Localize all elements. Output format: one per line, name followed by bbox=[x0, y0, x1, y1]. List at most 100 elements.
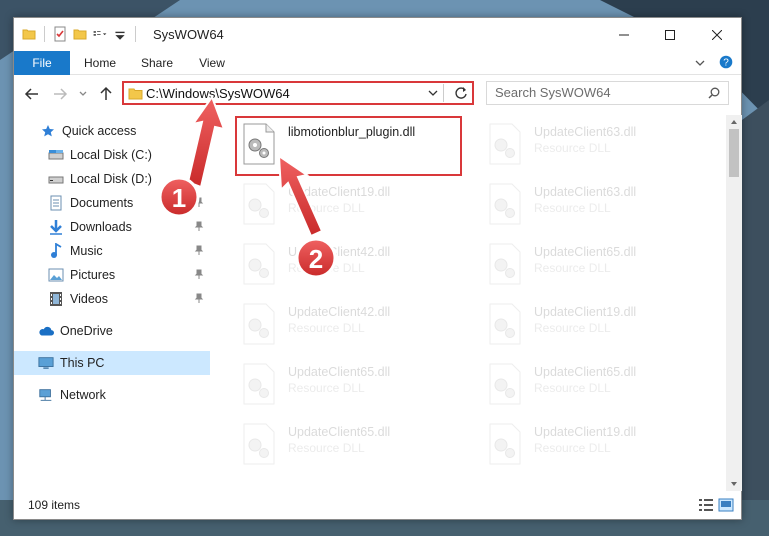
folder-icon bbox=[22, 29, 36, 40]
file-item[interactable]: UpdateClient65.dll Resource DLL bbox=[234, 357, 464, 413]
file-name: UpdateClient19.dll bbox=[288, 185, 391, 199]
nav-local-disk-c[interactable]: Local Disk (C:) bbox=[14, 143, 210, 167]
nav-documents[interactable]: Documents bbox=[14, 191, 210, 215]
file-item[interactable]: UpdateClient42.dll Resource DLL bbox=[234, 297, 464, 353]
nav-pictures[interactable]: Pictures bbox=[14, 263, 210, 287]
maximize-button[interactable] bbox=[647, 18, 693, 51]
explorer-window: SysWOW64 File Home Share View ? C:\Windo… bbox=[13, 17, 742, 520]
minimize-icon bbox=[619, 34, 629, 35]
network-icon bbox=[38, 387, 54, 403]
expand-ribbon-icon[interactable] bbox=[694, 57, 706, 69]
nav-label: Downloads bbox=[70, 220, 132, 234]
nav-label: This PC bbox=[60, 356, 105, 370]
large-icons-view-icon[interactable] bbox=[718, 497, 734, 513]
nav-videos[interactable]: Videos bbox=[14, 287, 210, 311]
divider bbox=[443, 84, 444, 102]
svg-text:?: ? bbox=[723, 58, 729, 69]
search-input[interactable] bbox=[495, 85, 695, 100]
close-icon bbox=[712, 29, 722, 40]
help-icon[interactable]: ? bbox=[719, 55, 733, 69]
address-bar[interactable]: C:\Windows\SysWOW64 bbox=[122, 81, 474, 105]
scroll-down-icon[interactable] bbox=[729, 479, 739, 489]
pin-icon[interactable] bbox=[194, 173, 204, 183]
maximize-icon bbox=[665, 29, 675, 40]
nav-music[interactable]: Music bbox=[14, 239, 210, 263]
dll-file-icon bbox=[243, 243, 275, 285]
nav-this-pc[interactable]: This PC bbox=[14, 351, 210, 375]
downloads-icon bbox=[48, 219, 64, 235]
file-name: UpdateClient65.dll bbox=[288, 365, 391, 379]
vertical-scrollbar[interactable] bbox=[726, 115, 742, 491]
nav-local-disk-d[interactable]: Local Disk (D:) bbox=[14, 167, 210, 191]
dll-file-icon bbox=[489, 303, 521, 345]
minimize-button[interactable] bbox=[601, 18, 647, 51]
drive-icon bbox=[48, 171, 64, 187]
customize-toolbar-icon[interactable] bbox=[93, 26, 107, 42]
pin-icon[interactable] bbox=[194, 269, 204, 279]
file-name: UpdateClient42.dll bbox=[288, 245, 391, 259]
recent-locations-icon[interactable] bbox=[78, 86, 88, 102]
pin-icon[interactable] bbox=[194, 197, 204, 207]
nav-quick-access[interactable]: Quick access bbox=[14, 119, 210, 143]
up-arrow-icon[interactable] bbox=[98, 86, 114, 102]
file-name: UpdateClient65.dll bbox=[534, 365, 637, 379]
tab-file[interactable]: File bbox=[14, 51, 70, 75]
tab-view[interactable]: View bbox=[188, 51, 236, 75]
file-type: Resource DLL bbox=[534, 381, 611, 395]
chevron-down-icon[interactable] bbox=[113, 26, 127, 42]
chevron-down-icon[interactable] bbox=[428, 89, 438, 97]
scroll-up-icon[interactable] bbox=[729, 117, 739, 127]
refresh-icon[interactable] bbox=[454, 86, 468, 100]
file-name: UpdateClient63.dll bbox=[534, 185, 637, 199]
nav-label: Local Disk (C:) bbox=[70, 148, 152, 162]
dll-file-icon bbox=[243, 363, 275, 405]
star-icon bbox=[40, 123, 56, 139]
navigation-bar: C:\Windows\SysWOW64 bbox=[14, 75, 741, 113]
cloud-icon bbox=[38, 323, 54, 339]
file-name: UpdateClient42.dll bbox=[288, 305, 391, 319]
nav-onedrive[interactable]: OneDrive bbox=[14, 319, 210, 343]
dll-file-icon bbox=[243, 183, 275, 225]
dll-file-icon bbox=[489, 243, 521, 285]
nav-label: Pictures bbox=[70, 268, 116, 282]
search-box[interactable] bbox=[486, 81, 729, 105]
videos-icon bbox=[48, 291, 64, 307]
dll-file-icon bbox=[489, 183, 521, 225]
file-type: Resource DLL bbox=[534, 321, 611, 335]
tab-share[interactable]: Share bbox=[132, 51, 182, 75]
file-item[interactable]: UpdateClient63.dll Resource DLL bbox=[480, 117, 710, 173]
scroll-thumb[interactable] bbox=[729, 129, 739, 177]
file-item[interactable]: UpdateClient65.dll Resource DLL bbox=[480, 357, 710, 413]
details-view-icon[interactable] bbox=[698, 497, 714, 513]
file-item[interactable]: UpdateClient65.dll Resource DLL bbox=[234, 417, 464, 473]
file-item[interactable]: UpdateClient19.dll Resource DLL bbox=[480, 297, 710, 353]
address-path[interactable]: C:\Windows\SysWOW64 bbox=[146, 86, 290, 101]
nav-network[interactable]: Network bbox=[14, 383, 210, 407]
pin-icon[interactable] bbox=[194, 149, 204, 159]
tab-home[interactable]: Home bbox=[74, 51, 126, 75]
forward-arrow-icon[interactable] bbox=[52, 86, 68, 102]
pin-icon[interactable] bbox=[194, 245, 204, 255]
file-item[interactable]: UpdateClient19.dll Resource DLL bbox=[480, 417, 710, 473]
file-item[interactable]: UpdateClient19.dll Resource DLL bbox=[234, 177, 464, 233]
item-count: 109 items bbox=[28, 498, 81, 512]
file-item[interactable]: UpdateClient65.dll Resource DLL bbox=[480, 237, 710, 293]
new-folder-icon[interactable] bbox=[73, 26, 87, 42]
file-highlight-box bbox=[235, 116, 462, 176]
pictures-icon bbox=[48, 267, 64, 283]
toolbar-divider bbox=[44, 26, 45, 42]
search-icon[interactable] bbox=[708, 87, 720, 99]
file-type: Resource DLL bbox=[534, 441, 611, 455]
file-item[interactable]: UpdateClient63.dll Resource DLL bbox=[480, 177, 710, 233]
file-name: UpdateClient65.dll bbox=[288, 425, 391, 439]
pin-icon[interactable] bbox=[194, 221, 204, 231]
close-button[interactable] bbox=[694, 18, 740, 51]
pin-icon[interactable] bbox=[194, 293, 204, 303]
nav-label: Videos bbox=[70, 292, 108, 306]
dll-file-icon bbox=[489, 123, 521, 165]
nav-downloads[interactable]: Downloads bbox=[14, 215, 210, 239]
dll-file-icon bbox=[489, 363, 521, 405]
back-arrow-icon[interactable] bbox=[24, 86, 40, 102]
properties-icon[interactable] bbox=[53, 26, 67, 42]
file-item[interactable]: UpdateClient42.dll Resource DLL bbox=[234, 237, 464, 293]
